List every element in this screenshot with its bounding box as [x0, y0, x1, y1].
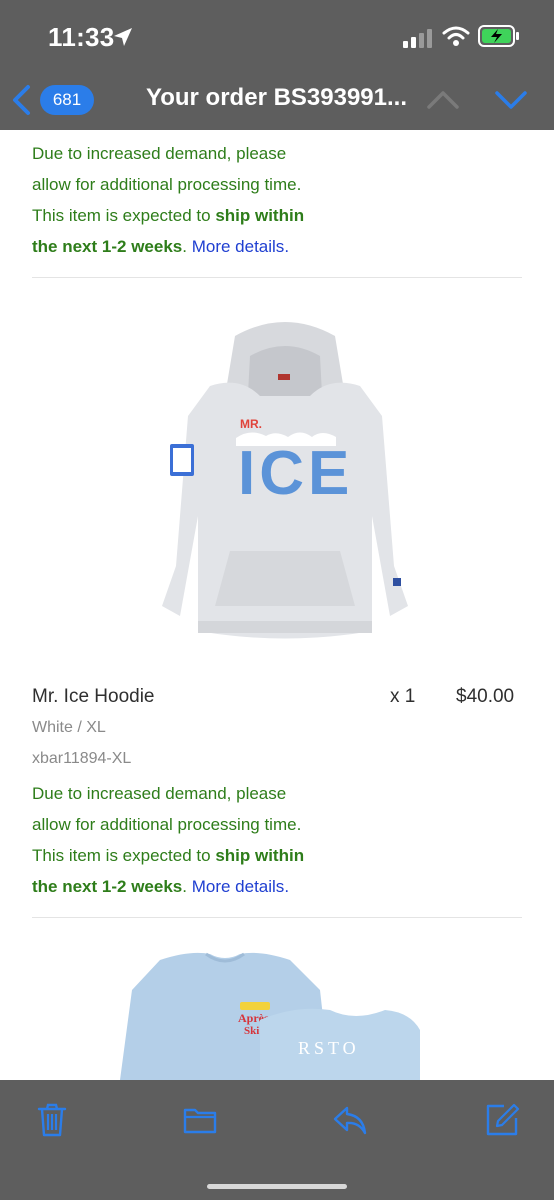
chevron-left-icon[interactable]: [8, 84, 34, 116]
processing-notice-item: Due to increased demand, please allow fo…: [32, 778, 352, 902]
svg-text:MR.: MR.: [240, 417, 262, 431]
notice-line: Due to increased demand, please: [32, 784, 287, 803]
location-arrow-icon: [114, 28, 132, 46]
more-details-link[interactable]: More details: [192, 877, 285, 896]
folder-icon[interactable]: [182, 1102, 218, 1138]
svg-text:Ski: Ski: [244, 1025, 259, 1037]
notice-text: .: [182, 237, 192, 256]
bottom-toolbar: [0, 1080, 554, 1200]
hoodie-product-image[interactable]: MR. ICE: [150, 316, 420, 646]
notice-line: allow for additional processing time.: [32, 815, 302, 834]
notice-text: This item is expected to: [32, 206, 216, 225]
sweatshirt-product-image[interactable]: Après Ski RSTO: [120, 950, 420, 1080]
trash-icon[interactable]: [34, 1102, 70, 1138]
cellular-signal-icon: [403, 29, 432, 48]
notice-period: .: [284, 877, 290, 896]
notice-text: This item is expected to: [32, 846, 216, 865]
status-bar: 11:33: [0, 0, 554, 70]
reply-icon[interactable]: [332, 1102, 368, 1138]
battery-charging-icon: [478, 25, 519, 47]
notice-bold-text: the next 1-2 weeks: [32, 237, 183, 256]
item-price: $40.00: [456, 686, 515, 707]
notice-text: .: [182, 877, 192, 896]
email-nav-bar: 681 Your order BS393991...: [0, 70, 554, 130]
item-quantity: x 1: [390, 686, 416, 707]
item-name: Mr. Ice Hoodie: [32, 686, 155, 707]
svg-text:RSTO: RSTO: [298, 1038, 360, 1058]
top-bar: 11:33 681 Your order BS393991...: [0, 0, 554, 130]
compose-icon[interactable]: [484, 1102, 520, 1138]
notice-period: .: [284, 237, 290, 256]
status-time: 11:33: [48, 22, 115, 52]
notice-line: allow for additional processing time.: [32, 175, 302, 194]
wifi-icon: [442, 26, 470, 46]
divider: [32, 277, 522, 278]
chevron-down-icon[interactable]: [492, 86, 530, 114]
email-body[interactable]: Due to increased demand, please allow fo…: [0, 130, 554, 1080]
notice-bold-text: the next 1-2 weeks: [32, 877, 183, 896]
divider: [32, 917, 522, 918]
processing-notice-top: Due to increased demand, please allow fo…: [32, 138, 352, 262]
email-subject-title: Your order BS393991...: [146, 84, 407, 111]
home-indicator[interactable]: [207, 1184, 347, 1189]
notice-bold-text: ship within: [215, 206, 305, 225]
notice-line: This item is expected to ship within: [32, 200, 352, 231]
notice-bold-text: ship within: [215, 846, 305, 865]
svg-text:ICE: ICE: [238, 439, 353, 508]
notice-line: the next 1-2 weeks. More details.: [32, 231, 352, 262]
more-details-link[interactable]: More details: [192, 237, 285, 256]
unread-count-badge[interactable]: 681: [40, 85, 94, 115]
notice-line: the next 1-2 weeks. More details.: [32, 871, 352, 902]
chevron-up-icon[interactable]: [424, 86, 462, 114]
item-variant: White / XL: [32, 719, 106, 736]
item-sku: xbar11894-XL: [32, 750, 132, 767]
notice-line: Due to increased demand, please: [32, 144, 287, 163]
notice-line: This item is expected to ship within: [32, 840, 352, 871]
